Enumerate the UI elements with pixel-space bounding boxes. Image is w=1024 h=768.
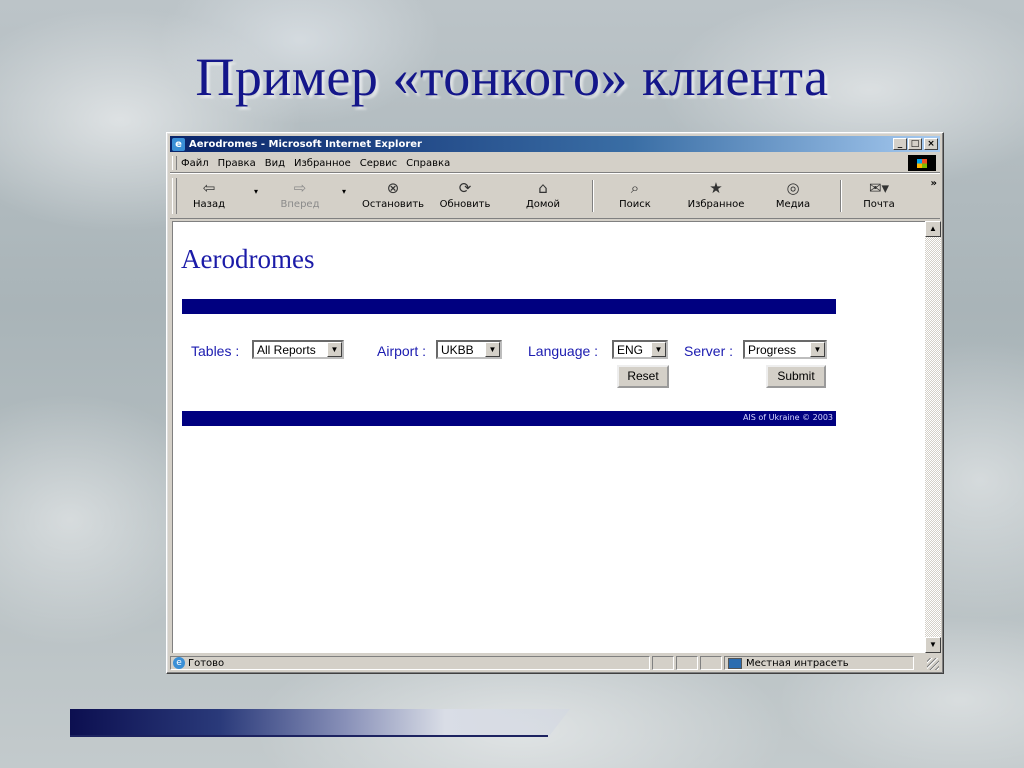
stop-button[interactable]: ⊗ Остановить [358, 178, 428, 216]
window-title: Aerodromes - Microsoft Internet Explorer [189, 138, 422, 150]
toolbar-grip [172, 178, 177, 214]
mail-label: Почта [863, 199, 895, 210]
status-bar: e Готово Местная интрасеть [170, 655, 940, 671]
search-button[interactable]: ⌕ Поиск [610, 178, 660, 216]
decorative-line [70, 735, 548, 737]
status-cell-empty [676, 656, 698, 670]
menu-tools[interactable]: Сервис [360, 158, 397, 169]
forward-arrow-icon: ⇨ [293, 179, 307, 197]
menu-favorites[interactable]: Избранное [294, 158, 351, 169]
refresh-icon: ⟳ [458, 179, 472, 197]
language-select-value: ENG [617, 343, 644, 357]
search-label: Поиск [619, 199, 651, 210]
vertical-scrollbar[interactable]: ▲ ▼ [925, 221, 941, 653]
tables-select-value: All Reports [257, 343, 316, 357]
media-button[interactable]: ◎ Медиа [768, 178, 818, 216]
airport-select-value: UKBB [441, 343, 474, 357]
tables-select[interactable]: All Reports ▼ [252, 340, 344, 359]
window-controls: _ □ × [892, 138, 938, 150]
toolbar: ⇦ Назад ▾ ⇨ Вперед ▾ ⊗ Остановить ⟳ Обно… [170, 174, 940, 219]
mail-icon: ✉▾ [868, 179, 890, 197]
menu-edit[interactable]: Правка [218, 158, 256, 169]
forward-button[interactable]: ⇨ Вперед [274, 178, 326, 216]
back-button[interactable]: ⇦ Назад [184, 178, 234, 216]
toolbar-more-chevron-icon[interactable]: » [931, 178, 937, 189]
airport-select[interactable]: UKBB ▼ [436, 340, 502, 359]
chevron-down-icon: ▼ [651, 342, 666, 357]
back-dropdown-icon[interactable]: ▾ [254, 187, 258, 196]
refresh-label: Обновить [439, 199, 491, 210]
header-divider-bar [182, 299, 836, 314]
status-zone: Местная интрасеть [746, 657, 849, 669]
menu-grip [172, 156, 177, 170]
menu-view[interactable]: Вид [265, 158, 285, 169]
airport-label: Airport : [377, 343, 427, 359]
menu-help[interactable]: Справка [406, 158, 450, 169]
scroll-up-icon[interactable]: ▲ [925, 221, 941, 237]
minimize-button[interactable]: _ [893, 138, 907, 150]
favorites-button[interactable]: ★ Избранное [682, 178, 750, 216]
back-arrow-icon: ⇦ [202, 179, 216, 197]
favorites-icon: ★ [709, 179, 723, 197]
copyright-text: AIS of Ukraine © 2003 [742, 413, 833, 422]
home-button[interactable]: ⌂ Домой [518, 178, 568, 216]
home-icon: ⌂ [538, 179, 548, 197]
browser-window: e Aerodromes - Microsoft Internet Explor… [166, 132, 944, 674]
chevron-down-icon: ▼ [485, 342, 500, 357]
resize-grip-icon[interactable] [927, 658, 939, 670]
footer-bar: AIS of Ukraine © 2003 [182, 411, 836, 426]
scroll-down-icon[interactable]: ▼ [925, 637, 941, 653]
status-zone-cell: Местная интрасеть [724, 656, 914, 670]
media-icon: ◎ [786, 179, 800, 197]
page-done-icon: e [173, 657, 185, 669]
chevron-down-icon: ▼ [810, 342, 825, 357]
status-text: Готово [188, 657, 225, 669]
title-bar[interactable]: e Aerodromes - Microsoft Internet Explor… [170, 136, 940, 152]
back-label: Назад [192, 199, 225, 210]
server-select[interactable]: Progress ▼ [743, 340, 827, 359]
tables-label: Tables : [191, 343, 240, 359]
stop-icon: ⊗ [386, 179, 400, 197]
status-text-cell: e Готово [170, 656, 650, 670]
status-cell-empty [652, 656, 674, 670]
mail-button[interactable]: ✉▾ Почта [854, 178, 904, 216]
menu-file[interactable]: Файл [181, 158, 209, 169]
forward-label: Вперед [280, 199, 320, 210]
toolbar-separator [840, 180, 842, 212]
decorative-bar [70, 709, 570, 735]
media-label: Медиа [775, 199, 811, 210]
language-label: Language : [528, 343, 599, 359]
page-heading: Aerodromes [181, 244, 315, 274]
maximize-button[interactable]: □ [908, 138, 922, 150]
search-icon: ⌕ [630, 179, 640, 197]
server-select-value: Progress [748, 343, 797, 357]
page-content: Aerodromes Tables : All Reports ▼ Airpor… [172, 221, 926, 653]
favorites-label: Избранное [687, 199, 745, 210]
menu-bar: Файл Правка Вид Избранное Сервис Справка [170, 154, 940, 173]
reset-button[interactable]: Reset [617, 365, 669, 388]
home-label: Домой [525, 199, 561, 210]
server-label: Server : [684, 343, 734, 359]
chevron-down-icon: ▼ [327, 342, 342, 357]
forward-dropdown-icon[interactable]: ▾ [342, 187, 346, 196]
refresh-button[interactable]: ⟳ Обновить [434, 178, 496, 216]
ie-icon: e [172, 137, 185, 151]
windows-logo-icon [908, 155, 936, 171]
toolbar-separator [592, 180, 594, 212]
stop-label: Остановить [361, 199, 425, 210]
close-button[interactable]: × [924, 138, 938, 150]
submit-button[interactable]: Submit [766, 365, 826, 388]
language-select[interactable]: ENG ▼ [612, 340, 668, 359]
status-cell-empty [700, 656, 722, 670]
slide-title: Пример «тонкого» клиента [195, 47, 829, 107]
intranet-zone-icon [728, 657, 742, 669]
